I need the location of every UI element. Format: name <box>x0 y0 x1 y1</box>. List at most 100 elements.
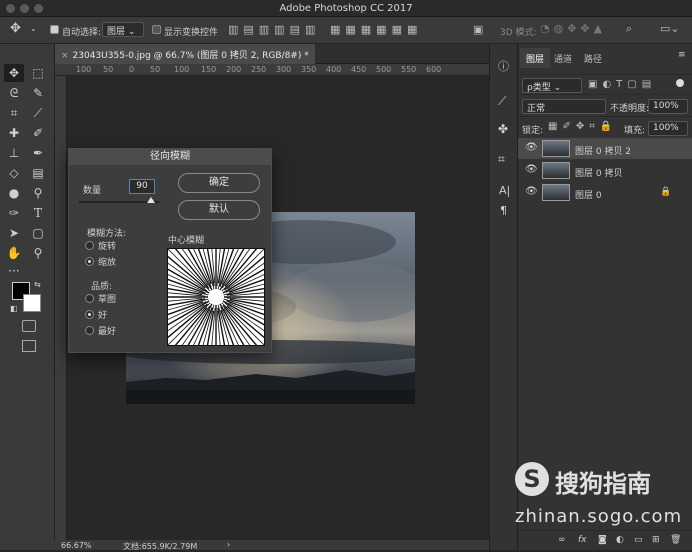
search-icon[interactable]: ⌕ <box>626 22 632 36</box>
panel-menu-icon[interactable]: ≡ <box>678 50 686 60</box>
blur-center-preview[interactable] <box>167 248 265 346</box>
filter-icons[interactable]: ▣◐T▢▤ <box>588 79 656 90</box>
default-button[interactable]: 默认 <box>178 200 260 220</box>
ruler-tick: 50 <box>150 65 161 74</box>
eye-icon[interactable]: 👁 <box>525 186 538 197</box>
background-color-swatch[interactable] <box>23 294 41 312</box>
ruler-tick: 400 <box>326 65 342 74</box>
amount-input[interactable]: 90 <box>129 179 155 194</box>
eraser-icon[interactable]: ◇ <box>4 164 24 182</box>
distribute-icons[interactable]: ▦▦▦▦▦▦ <box>330 23 422 36</box>
info-panel-icon[interactable]: ⓘ <box>498 58 509 74</box>
horizontal-ruler: 100 50 0 50 100 150 200 250 300 350 400 … <box>55 64 489 76</box>
opacity-input[interactable]: 100% <box>648 99 688 114</box>
more-tools-icon[interactable]: ··· <box>4 262 24 280</box>
auto-align-icon[interactable]: ▣ <box>473 23 483 36</box>
quality-good-radio[interactable] <box>85 310 94 319</box>
magic-wand-icon[interactable]: ✎ <box>28 84 48 102</box>
auto-select-label: 自动选择: <box>62 28 102 38</box>
crop-panel-icon[interactable]: ⌗ <box>498 152 505 167</box>
screen-mode-icon[interactable] <box>22 340 36 352</box>
folder-icon[interactable]: ▭ <box>634 535 643 545</box>
zoom-tool-icon[interactable]: ⚲ <box>28 244 48 262</box>
mask-icon[interactable]: ◙ <box>598 535 607 545</box>
pen-tool-icon[interactable]: ✑ <box>4 204 24 222</box>
amount-slider-thumb[interactable] <box>147 197 155 203</box>
auto-select-dropdown[interactable]: 图层 ⌄ <box>102 22 144 37</box>
blur-method-label: 模糊方法: <box>87 229 127 239</box>
zoom-level[interactable]: 66.67% <box>61 541 92 550</box>
swap-colors-icon[interactable]: ⇆ <box>34 280 41 289</box>
tab-layers[interactable]: 图层 <box>520 48 551 68</box>
eye-icon[interactable]: 👁 <box>525 142 538 153</box>
filter-row: ρ类型 ⌄ ▣◐T▢▤ <box>518 74 692 95</box>
clone-stamp-icon[interactable]: ⊥ <box>4 144 24 162</box>
type-tool-icon[interactable]: T <box>28 204 48 222</box>
hand-tool-icon[interactable]: ✋ <box>4 244 24 262</box>
method-spin-label: 旋转 <box>98 242 117 252</box>
puzzle-panel-icon[interactable]: ✤ <box>498 122 508 136</box>
quality-best-radio[interactable] <box>85 326 94 335</box>
auto-select-checkbox[interactable] <box>50 25 59 35</box>
ruler-tick: 500 <box>376 65 392 74</box>
character-panel-icon[interactable]: A| <box>499 184 510 197</box>
lasso-tool-icon[interactable]: ᘓ <box>4 84 24 102</box>
eye-icon[interactable]: 👁 <box>525 164 538 175</box>
adjustment-icon[interactable]: ◐ <box>616 535 624 545</box>
layer-row[interactable]: 👁 图层 0 拷贝 2 <box>518 138 692 159</box>
eyedropper-icon[interactable]: ⟋ <box>28 104 48 122</box>
history-brush-icon[interactable]: ✒ <box>28 144 48 162</box>
ok-button[interactable]: 确定 <box>178 173 260 193</box>
tab-paths[interactable]: 路径 <box>578 48 608 68</box>
move-tool-icon[interactable]: ✥ <box>4 64 24 82</box>
shape-tool-icon[interactable]: ▢ <box>28 224 48 242</box>
lock-row: 锁定: ▦✐✥⌗🔒 填充: 100% <box>518 118 692 139</box>
tab-channels[interactable]: 通道 <box>548 48 578 68</box>
dodge-tool-icon[interactable]: ⚲ <box>28 184 48 202</box>
document-tab-title: 23043U355-0.jpg @ 66.7% (图层 0 拷贝 2, RGB/… <box>72 51 309 61</box>
method-spin-radio[interactable] <box>85 241 94 250</box>
quality-draft-radio[interactable] <box>85 294 94 303</box>
trash-icon[interactable]: 🗑 <box>670 535 681 545</box>
new-layer-icon[interactable]: ⊞ <box>652 535 660 545</box>
layer-row[interactable]: 👁 图层 0 拷贝 <box>518 160 692 181</box>
crop-tool-icon[interactable]: ⌗ <box>4 104 24 122</box>
default-colors-icon[interactable]: ◧ <box>10 304 18 313</box>
show-transform-label: 显示变换控件 <box>164 28 219 38</box>
show-transform-checkbox[interactable] <box>152 25 161 35</box>
dialog-title: 径向模糊 <box>69 149 271 165</box>
quick-mask-icon[interactable] <box>22 320 36 332</box>
move-tool-icon[interactable]: ✥ <box>10 21 21 36</box>
brush-tool-icon[interactable]: ✐ <box>28 124 48 142</box>
fill-input[interactable]: 100% <box>648 121 688 136</box>
filter-toggle[interactable] <box>676 79 684 87</box>
close-tab-icon[interactable]: × <box>61 51 69 61</box>
marquee-tool-icon[interactable]: ⬚ <box>28 64 48 82</box>
healing-brush-icon[interactable]: ✚ <box>4 124 24 142</box>
align-icons[interactable]: ▥▤▥▥▤▥ <box>228 23 320 36</box>
blend-mode-dropdown[interactable]: 正常 <box>522 99 606 114</box>
ruler-tick: 150 <box>201 65 217 74</box>
blend-row: 正常 不透明度: 100% <box>518 96 692 117</box>
lock-icons[interactable]: ▦✐✥⌗🔒 <box>548 121 617 132</box>
auto-select-value: 图层 <box>107 27 126 37</box>
workspace-icon[interactable]: ▭⌄ <box>660 22 680 35</box>
curves-panel-icon[interactable]: ⟋ <box>498 94 506 109</box>
layers-footer: ∞ fx ◙ ◐ ▭ ⊞ 🗑 <box>518 530 692 550</box>
method-zoom-radio[interactable] <box>85 257 94 266</box>
radial-blur-dialog: 径向模糊 数量 90 确定 默认 模糊方法: 旋转 缩放 品质: 草图 好 最好… <box>68 148 272 353</box>
status-menu-arrow-icon[interactable]: › <box>227 540 230 549</box>
chevron-down-icon[interactable]: ⌄ <box>30 24 37 33</box>
layer-name: 图层 0 拷贝 <box>575 169 623 179</box>
blur-tool-icon[interactable]: ● <box>4 184 24 202</box>
link-icon[interactable]: ∞ <box>558 535 566 545</box>
fx-icon[interactable]: fx <box>578 535 587 545</box>
paragraph-panel-icon[interactable]: ¶ <box>500 204 507 217</box>
3d-tool-icons[interactable]: ◔◍✥✥▲ <box>540 22 606 35</box>
path-select-icon[interactable]: ➤ <box>4 224 24 242</box>
document-tab[interactable]: × 23043U355-0.jpg @ 66.7% (图层 0 拷贝 2, RGB… <box>55 44 315 64</box>
filter-dropdown[interactable]: ρ类型 ⌄ <box>522 78 582 93</box>
gradient-tool-icon[interactable]: ▤ <box>28 164 48 182</box>
ruler-tick: 100 <box>174 65 190 74</box>
layer-row[interactable]: 👁 图层 0 🔒 <box>518 182 692 203</box>
